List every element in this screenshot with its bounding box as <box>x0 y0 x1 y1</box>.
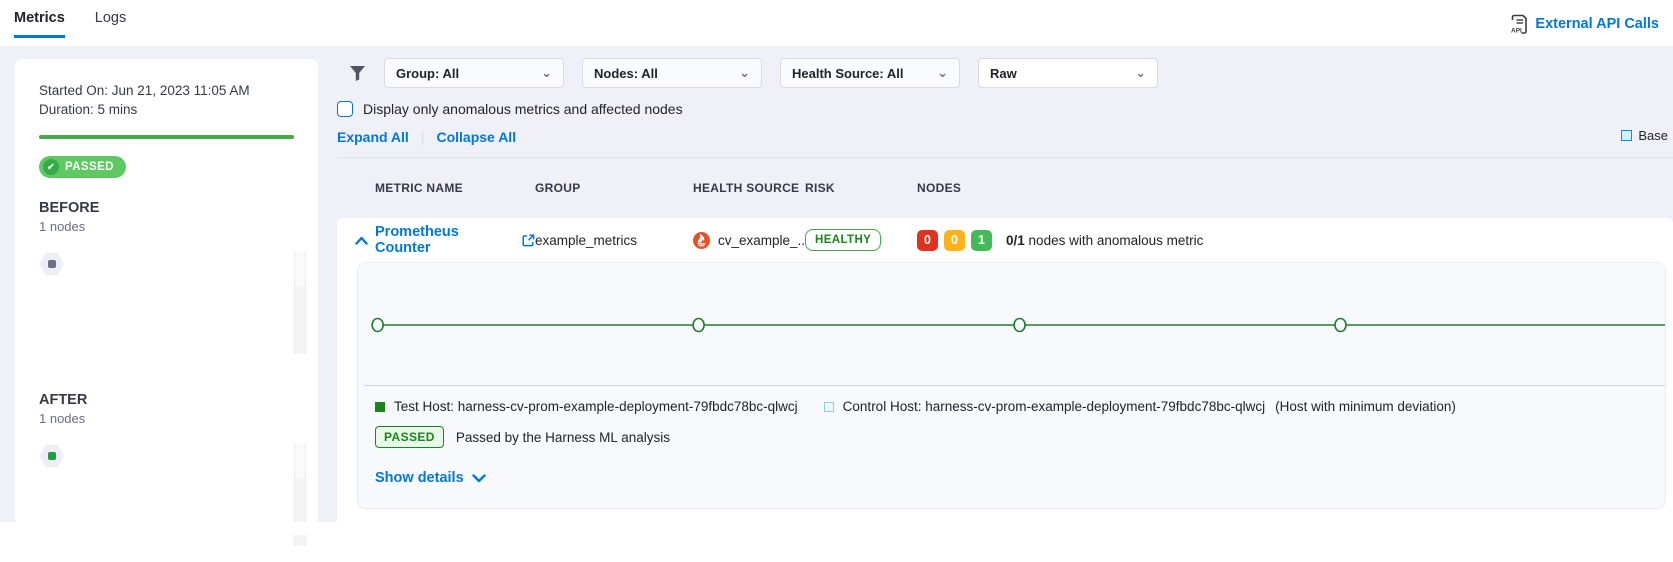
expand-all-link[interactable]: Expand All <box>337 129 409 145</box>
analysis-status-badge: PASSED <box>375 426 444 448</box>
metrics-table-header: METRIC NAME GROUP HEALTH SOURCE RISK NOD… <box>337 158 1673 218</box>
chevron-down-icon: ⌄ <box>739 65 750 81</box>
expand-collapse-row: Expand All | Collapse All <box>337 129 1673 145</box>
nodes-filter-dropdown[interactable]: Nodes: All ⌄ <box>582 58 762 88</box>
status-badge: ✔ PASSED <box>39 156 126 178</box>
node-count-badge: 0 <box>917 230 938 251</box>
risk-badge: HEALTHY <box>805 229 881 251</box>
external-api-calls-link[interactable]: API External API Calls <box>1511 14 1659 34</box>
analysis-verdict-row: PASSED Passed by the Harness ML analysis <box>375 426 670 448</box>
metric-row-header: Prometheus Counter example_metrics <box>337 218 1673 262</box>
node-count-badge: 1 <box>971 230 992 251</box>
top-bar: Metrics Logs API External API Calls <box>0 0 1673 46</box>
check-icon: ✔ <box>43 159 59 175</box>
metric-name-link[interactable]: Prometheus Counter <box>375 224 535 256</box>
analysis-message: Passed by the Harness ML analysis <box>456 430 670 445</box>
verification-summary-card: Started On: Jun 21, 2023 11:05 AM Durati… <box>15 59 318 527</box>
anomalous-filter-row: Display only anomalous metrics and affec… <box>337 101 1673 117</box>
chart-legend: Test Host: harness-cv-prom-example-deplo… <box>375 399 1456 414</box>
external-link-icon <box>522 234 535 247</box>
before-node-status-square <box>48 260 56 268</box>
anomalous-metrics-checkbox[interactable] <box>337 101 353 117</box>
node-count-badge: 0 <box>944 230 965 251</box>
chevron-down-icon: ⌄ <box>1135 65 1146 81</box>
baseline-label: Base <box>1638 128 1668 143</box>
metric-line-chart[interactable] <box>358 263 1666 393</box>
chevron-down-icon <box>472 474 486 483</box>
test-host-swatch <box>375 402 385 412</box>
collapse-row-icon[interactable] <box>349 236 375 245</box>
after-section: AFTER 1 nodes <box>39 392 294 562</box>
chevron-down-icon: ⌄ <box>541 65 552 81</box>
col-group: GROUP <box>535 181 693 195</box>
prometheus-icon <box>693 232 710 249</box>
filter-row: Group: All ⌄ Nodes: All ⌄ Health Source:… <box>337 58 1673 88</box>
col-health-source: HEALTH SOURCE <box>693 181 805 195</box>
metric-chart-panel: Test Host: harness-cv-prom-example-deplo… <box>357 262 1666 509</box>
external-api-calls-label: External API Calls <box>1535 16 1659 32</box>
metric-group: example_metrics <box>535 233 693 248</box>
divider: | <box>421 129 425 145</box>
col-nodes: NODES <box>917 181 1673 195</box>
control-host-swatch <box>824 402 834 412</box>
filter-icon <box>349 65 366 82</box>
health-source-filter-dropdown[interactable]: Health Source: All ⌄ <box>780 58 960 88</box>
verification-progress-bar <box>39 135 294 139</box>
after-title: AFTER <box>39 392 294 408</box>
before-scrollbar[interactable] <box>294 252 306 354</box>
before-node-count: 1 nodes <box>39 219 294 234</box>
metric-row: Prometheus Counter example_metrics <box>337 218 1673 523</box>
node-count-badges: 001 <box>917 230 992 251</box>
col-metric-name: METRIC NAME <box>375 181 535 195</box>
metrics-content: Group: All ⌄ Nodes: All ⌄ Health Source:… <box>337 46 1673 522</box>
col-risk: RISK <box>805 181 917 195</box>
control-host-note: (Host with minimum deviation) <box>1275 399 1456 414</box>
main-area: Started On: Jun 21, 2023 11:05 AM Durati… <box>0 46 1673 522</box>
collapse-all-link[interactable]: Collapse All <box>436 129 516 145</box>
chart-x-axis <box>364 385 1665 386</box>
health-source-name: cv_example_... <box>718 233 809 248</box>
svg-text:API: API <box>1511 28 1522 35</box>
started-on-text: Started On: Jun 21, 2023 11:05 AM <box>39 81 294 100</box>
anomalous-node-text: nodes with anomalous metric <box>1029 233 1204 248</box>
before-node-hexagon-icon[interactable] <box>39 252 64 276</box>
anomalous-node-ratio: 0/1 <box>1006 233 1025 248</box>
chevron-down-icon: ⌄ <box>937 65 948 81</box>
before-title: BEFORE <box>39 200 294 216</box>
after-node-hexagon-icon[interactable] <box>39 444 64 468</box>
api-document-icon: API <box>1511 14 1528 34</box>
tab-bar: Metrics Logs <box>14 10 126 38</box>
legend-control-host: Control Host: harness-cv-prom-example-de… <box>824 399 1265 414</box>
nodes-cell: 001 0/1 nodes with anomalous metric <box>917 230 1673 251</box>
tab-metrics[interactable]: Metrics <box>14 10 65 38</box>
tab-logs[interactable]: Logs <box>95 10 126 38</box>
risk-cell: HEALTHY <box>805 229 917 251</box>
raw-mode-dropdown[interactable]: Raw ⌄ <box>978 58 1158 88</box>
after-node-status-square <box>48 452 56 460</box>
show-details-link[interactable]: Show details <box>375 470 486 486</box>
legend-test-host: Test Host: harness-cv-prom-example-deplo… <box>375 399 798 414</box>
baseline-checkbox[interactable] <box>1621 130 1632 141</box>
after-node-count: 1 nodes <box>39 411 294 426</box>
health-source-cell: cv_example_... <box>693 232 805 249</box>
baseline-legend: Base <box>1621 128 1668 143</box>
page-bottom <box>0 522 1673 535</box>
anomalous-metrics-checkbox-label: Display only anomalous metrics and affec… <box>363 101 683 117</box>
group-filter-dropdown[interactable]: Group: All ⌄ <box>384 58 564 88</box>
before-section: BEFORE 1 nodes <box>39 200 294 370</box>
duration-text: Duration: 5 mins <box>39 100 294 119</box>
